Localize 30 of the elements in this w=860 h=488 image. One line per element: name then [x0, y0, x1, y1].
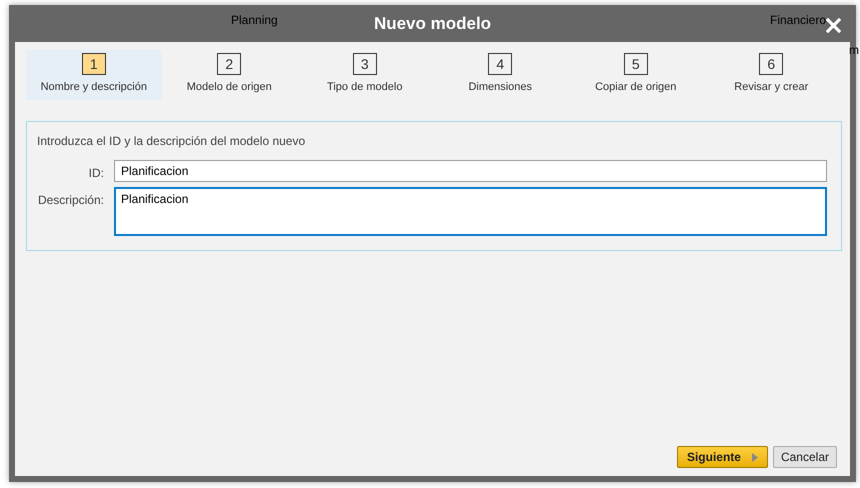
- description-field[interactable]: Planificacion: [114, 187, 827, 236]
- step-number: 2: [217, 53, 242, 75]
- instruction-text: Introduzca el ID y la descripción del modelo nuevo: [37, 133, 306, 150]
- wizard-step[interactable]: 3 Tipo de modelo: [297, 50, 432, 100]
- cancel-button[interactable]: Cancelar: [772, 446, 837, 468]
- step-label: Modelo de origen: [186, 80, 272, 95]
- dialog-title: Nuevo modelo: [374, 12, 492, 35]
- step-number: 6: [759, 53, 784, 75]
- step-number: 3: [352, 53, 377, 75]
- id-field[interactable]: Planificacion: [114, 160, 827, 182]
- step-label: Copiar de origen: [595, 80, 676, 95]
- field-label: ID:: [88, 165, 104, 182]
- background-text: Planning: [231, 12, 278, 29]
- wizard-step[interactable]: 1 Nombre y descripción: [26, 50, 162, 100]
- step-number: 5: [624, 53, 648, 75]
- step-number: 1: [82, 53, 106, 75]
- wizard-step[interactable]: 4 Dimensiones: [432, 50, 568, 100]
- step-label: Revisar y crear: [734, 80, 808, 95]
- wizard-step[interactable]: 5 Copiar de origen: [568, 50, 704, 100]
- wizard-step[interactable]: 6 Revisar y crear: [704, 50, 839, 100]
- step-label: Dimensiones: [468, 80, 532, 95]
- caret-icon: [752, 452, 758, 462]
- wizard-step[interactable]: 2 Modelo de origen: [162, 50, 297, 100]
- field-label: Descripción:: [37, 192, 104, 209]
- step-number: 4: [488, 53, 512, 75]
- next-button[interactable]: Siguiente: [676, 446, 768, 468]
- step-label: Nombre y descripción: [40, 80, 147, 95]
- close-icon[interactable]: [826, 18, 841, 33]
- step-label: Tipo de modelo: [327, 80, 402, 95]
- background-text: Financiero: [770, 12, 826, 29]
